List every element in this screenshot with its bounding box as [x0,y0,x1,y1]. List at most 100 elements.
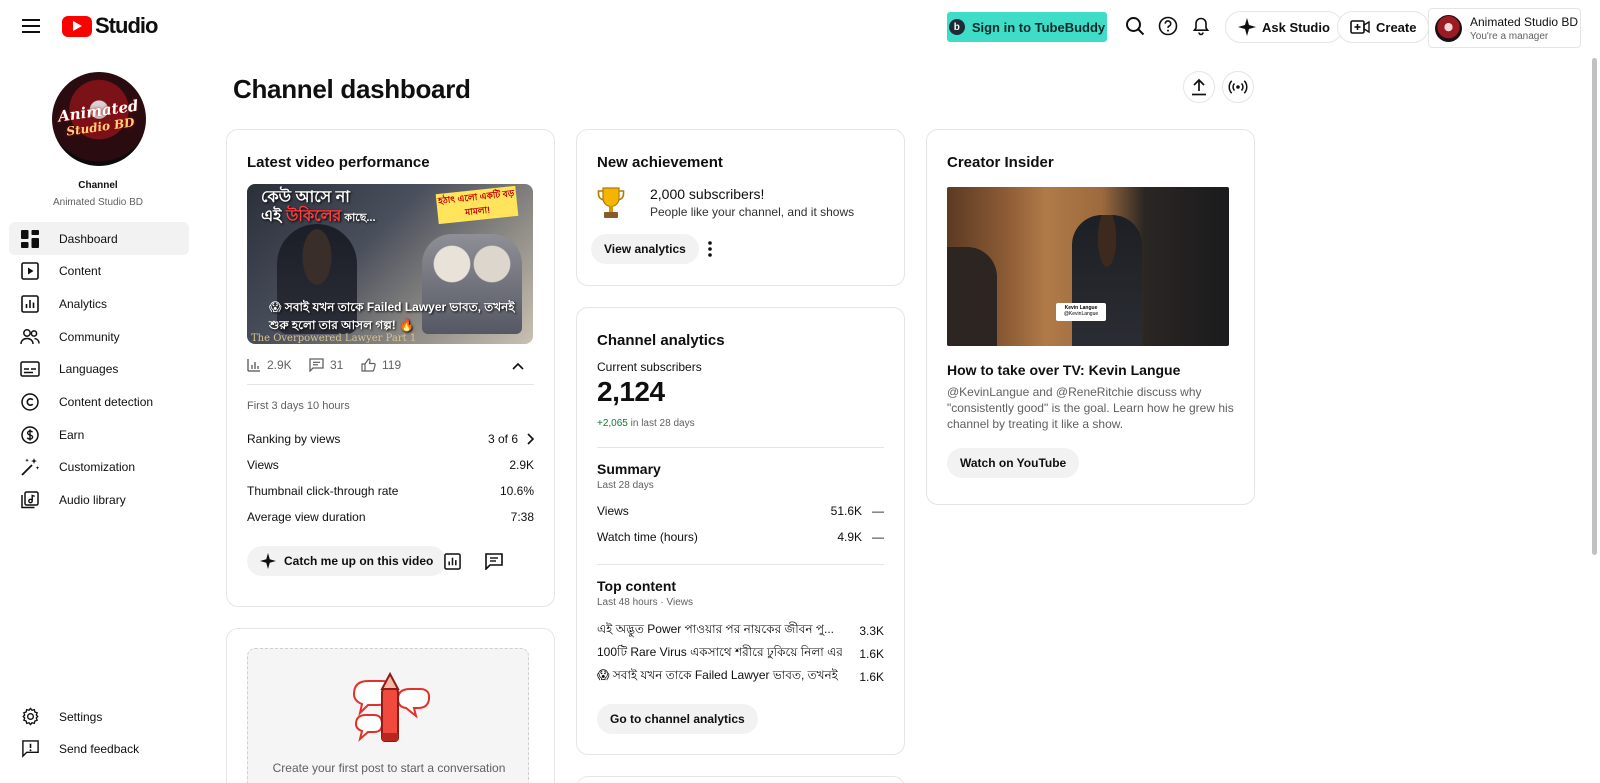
analytics-icon [19,293,41,315]
post-placeholder-box[interactable]: Create your first post to start a conver… [247,648,529,783]
card-title: Channel analytics [597,332,725,349]
video-comments-icon[interactable] [479,546,509,576]
tubebuddy-sign-in-button[interactable]: b Sign in to TubeBuddy [947,12,1107,42]
top-content-row[interactable]: এই অদ্ভুত Power পাওয়ার পর নায়কের জীবন … [597,621,884,641]
channel-name: Animated Studio BD [52,197,144,208]
sidebar-item-customization[interactable]: Customization [9,450,189,483]
sidebar-item-earn[interactable]: Earn [9,418,189,451]
video-period: First 3 days 10 hours [247,400,350,412]
row-label: Views [597,504,629,518]
comments-stat: 31 [309,358,343,372]
creator-insider-video-thumbnail[interactable]: Kevin Langue @KevinLangue [947,187,1229,346]
avg-duration-row: Average view duration 7:38 [247,510,534,524]
dollar-icon [19,424,41,446]
account-switcher[interactable]: Animated Studio BD You're a manager [1428,8,1581,48]
view-analytics-label: View analytics [604,242,686,256]
create-button[interactable]: Create [1337,11,1430,43]
insider-video-title[interactable]: How to take over TV: Kevin Langue [947,362,1180,378]
thumb-watermark: The Overpowered Lawyer Part 1 [251,333,417,344]
sidebar-item-label: Analytics [59,296,108,311]
ask-studio-button[interactable]: Ask Studio [1225,11,1343,43]
top-content-period: Last 48 hours · Views [597,597,693,608]
more-options-icon[interactable] [695,234,725,264]
copyright-icon [19,391,41,413]
channel-analytics-card: Channel analytics Current subscribers 2,… [576,307,905,755]
catch-me-up-button[interactable]: Catch me up on this video [247,546,447,576]
create-post-card: Create your first post to start a conver… [226,628,555,783]
go-to-channel-analytics-button[interactable]: Go to channel analytics [597,704,758,734]
thumbnail-hand-shape [947,247,997,346]
sidebar-item-languages[interactable]: Languages [9,352,189,385]
create-label: Create [1376,19,1417,35]
ask-studio-label: Ask Studio [1262,19,1330,35]
thumbnail-person [1072,215,1142,346]
sidebar-item-label: Community [59,329,120,344]
subscribers-label: Current subscribers [597,360,702,374]
insider-description: @KevinLangue and @ReneRitchie discuss wh… [947,385,1234,431]
upload-button[interactable] [1183,71,1215,103]
page-title: Channel dashboard [233,74,471,104]
ctr-row: Thumbnail click-through rate 10.6% [247,484,534,498]
row-value: 1.6K [859,647,884,661]
row-label: Views [247,458,279,472]
watch-on-youtube-button[interactable]: Watch on YouTube [947,448,1080,478]
menu-icon[interactable] [18,14,44,38]
row-label: Watch time (hours) [597,530,698,544]
view-analytics-button[interactable]: View analytics [591,234,699,264]
search-icon[interactable] [1123,14,1147,38]
row-value: 3 of 6 [487,432,518,446]
comments-count: 31 [330,358,344,372]
bar-chart-icon [247,359,260,372]
video-analytics-icon[interactable] [437,546,467,576]
collapse-chevron-up-icon[interactable] [503,351,533,381]
row-value: 1.6K [859,670,884,684]
ranking-row[interactable]: Ranking by views 3 of 6 [247,432,534,446]
sidebar-item-label: Earn [59,427,85,442]
sidebar-item-send-feedback[interactable]: Send feedback [9,732,189,765]
likes-stat: 119 [361,358,401,372]
sidebar-item-dashboard[interactable]: Dashboard [9,222,189,255]
row-label: এই অদ্ভুত Power পাওয়ার পর নায়কের জীবন … [597,622,834,636]
sidebar-item-label: Settings [59,709,103,724]
page-scrollbar[interactable] [1592,58,1597,555]
channel-avatar[interactable]: Animated Studio BD [52,72,146,166]
sidebar-item-analytics[interactable]: Analytics [9,287,189,320]
sidebar-item-content[interactable]: Content [9,254,189,287]
top-bar: Studio b Sign in to TubeBuddy Ask Studio… [0,0,1600,52]
help-icon[interactable] [1156,14,1180,38]
video-thumbnail[interactable]: কেউ আসে না এই উকিলের কাছে... হঠাৎ এলো এক… [247,184,533,344]
row-value: 51.6K [830,504,862,518]
sidebar-item-label: Dashboard [59,231,118,246]
thumbs-up-icon [361,358,376,372]
sidebar: Animated Studio BD Channel Animated Stud… [0,52,196,783]
account-avatar [1435,14,1462,42]
sidebar-item-community[interactable]: Community [9,320,189,353]
top-content-row[interactable]: 😱 সবাই যখন তাকে Failed Lawyer ভাবত, তখনই… [597,667,884,687]
views-count: 2.9K [267,358,292,372]
row-value: 7:38 [510,510,534,524]
thumb-top-line2a: এই [261,208,286,225]
sidebar-item-label: Send feedback [59,741,140,756]
studio-logo[interactable]: Studio [62,13,158,39]
row-value: 3.3K [859,624,884,638]
sidebar-item-content-detection[interactable]: Content detection [9,385,189,418]
notifications-bell-icon[interactable] [1189,14,1213,38]
audio-library-icon [19,489,41,511]
card-title: Latest video performance [247,154,430,171]
achievement-headline: 2,000 subscribers! [650,186,765,202]
sidebar-item-settings[interactable]: Settings [9,700,189,733]
card-title: New achievement [597,154,723,171]
sidebar-item-audio-library[interactable]: Audio library [9,483,189,516]
subscribers-count: 2,124 [597,376,665,407]
post-prompt-text: Create your first post to start a conver… [272,761,506,775]
sparkle-icon [1238,18,1256,36]
top-content-row[interactable]: 100টি Rare Virus একসাথে শরীরে ঢুকিয়ে নি… [597,644,884,664]
youtube-play-icon [62,15,92,37]
sidebar-item-label: Languages [59,361,119,376]
latest-video-card: Latest video performance কেউ আসে না এই উ… [226,129,555,607]
account-role: You're a manager [1470,30,1549,42]
divider [597,447,884,448]
divider [247,384,534,385]
create-video-icon [1350,20,1370,34]
go-live-button[interactable] [1222,71,1254,103]
